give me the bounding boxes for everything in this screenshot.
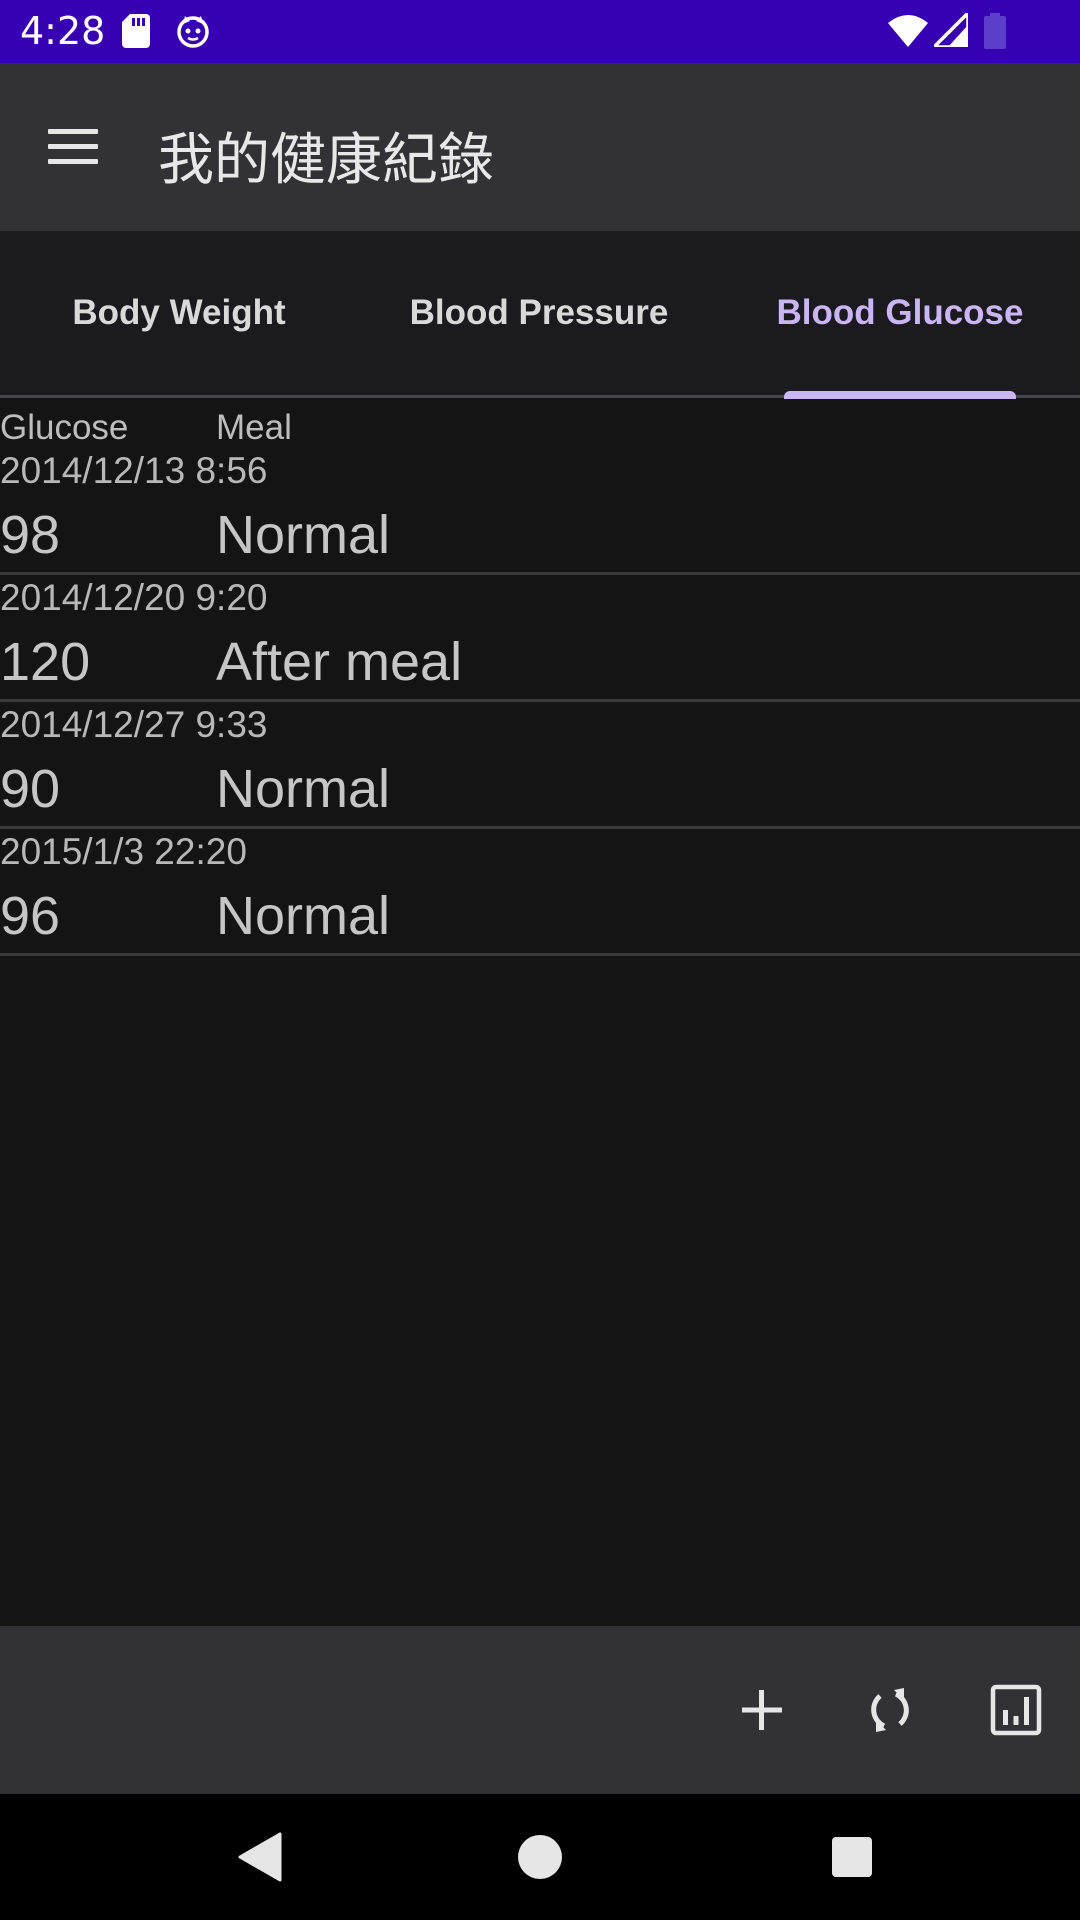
record-date: 2015/1/3 22:20 bbox=[0, 831, 247, 872]
cellular-signal-icon bbox=[932, 11, 970, 52]
sync-icon bbox=[871, 1688, 909, 1732]
sd-card-icon bbox=[122, 14, 150, 53]
list-item[interactable]: 2014/12/27 9:33 90 Normal bbox=[0, 702, 1080, 829]
tab-blood-glucose[interactable]: Blood Glucose bbox=[720, 231, 1080, 395]
tab-bar: Body Weight Blood Pressure Blood Glucose bbox=[0, 231, 1080, 399]
add-button[interactable] bbox=[734, 1682, 790, 1738]
list-item[interactable]: 2014/12/20 9:20 120 After meal bbox=[0, 575, 1080, 702]
add-icon bbox=[742, 1690, 782, 1730]
meal-column-header: Meal bbox=[216, 408, 292, 447]
record-meal: After meal bbox=[216, 632, 463, 692]
bottom-toolbar bbox=[0, 1626, 1080, 1794]
chart-button[interactable] bbox=[988, 1682, 1044, 1738]
list-item[interactable]: 2014/12/13 8:56 98 Normal bbox=[0, 448, 1080, 575]
record-meal: Normal bbox=[216, 505, 391, 565]
record-glucose: 90 bbox=[0, 759, 61, 819]
recents-button[interactable] bbox=[830, 1832, 874, 1887]
record-date: 2014/12/20 9:20 bbox=[0, 577, 268, 618]
record-date: 2014/12/27 9:33 bbox=[0, 704, 268, 745]
wifi-icon bbox=[888, 13, 928, 52]
app-bar: 我的健康紀錄 bbox=[0, 63, 1080, 231]
chart-icon bbox=[990, 1684, 1042, 1736]
home-icon bbox=[518, 1835, 562, 1879]
record-glucose: 96 bbox=[0, 886, 61, 946]
sync-button[interactable] bbox=[862, 1682, 918, 1738]
cat-icon bbox=[176, 14, 210, 53]
record-meal: Normal bbox=[216, 886, 391, 946]
glucose-column-header: Glucose bbox=[0, 408, 129, 447]
recents-icon bbox=[832, 1837, 872, 1877]
system-nav-bar bbox=[0, 1794, 1080, 1920]
status-time: 4:28 bbox=[20, 9, 106, 53]
record-meal: Normal bbox=[216, 759, 391, 819]
home-button[interactable] bbox=[518, 1832, 564, 1887]
battery-icon bbox=[984, 13, 1006, 54]
back-button[interactable] bbox=[236, 1832, 282, 1887]
page-title: 我的健康紀錄 bbox=[158, 128, 494, 193]
menu-icon[interactable] bbox=[48, 129, 98, 165]
record-glucose: 98 bbox=[0, 505, 61, 565]
back-icon bbox=[238, 1832, 282, 1882]
list-item[interactable]: 2015/1/3 22:20 96 Normal bbox=[0, 829, 1080, 956]
list-header: Glucose Meal bbox=[0, 404, 1080, 450]
status-bar: 4:28 bbox=[0, 0, 1080, 63]
tab-blood-pressure[interactable]: Blood Pressure bbox=[358, 231, 720, 395]
record-date: 2014/12/13 8:56 bbox=[0, 450, 268, 491]
screen: 4:28 我的健康紀錄 Body Weight Blood Pressure B… bbox=[0, 0, 1080, 1920]
tab-body-weight[interactable]: Body Weight bbox=[0, 231, 358, 395]
record-glucose: 120 bbox=[0, 632, 91, 692]
tab-indicator bbox=[784, 391, 1016, 399]
